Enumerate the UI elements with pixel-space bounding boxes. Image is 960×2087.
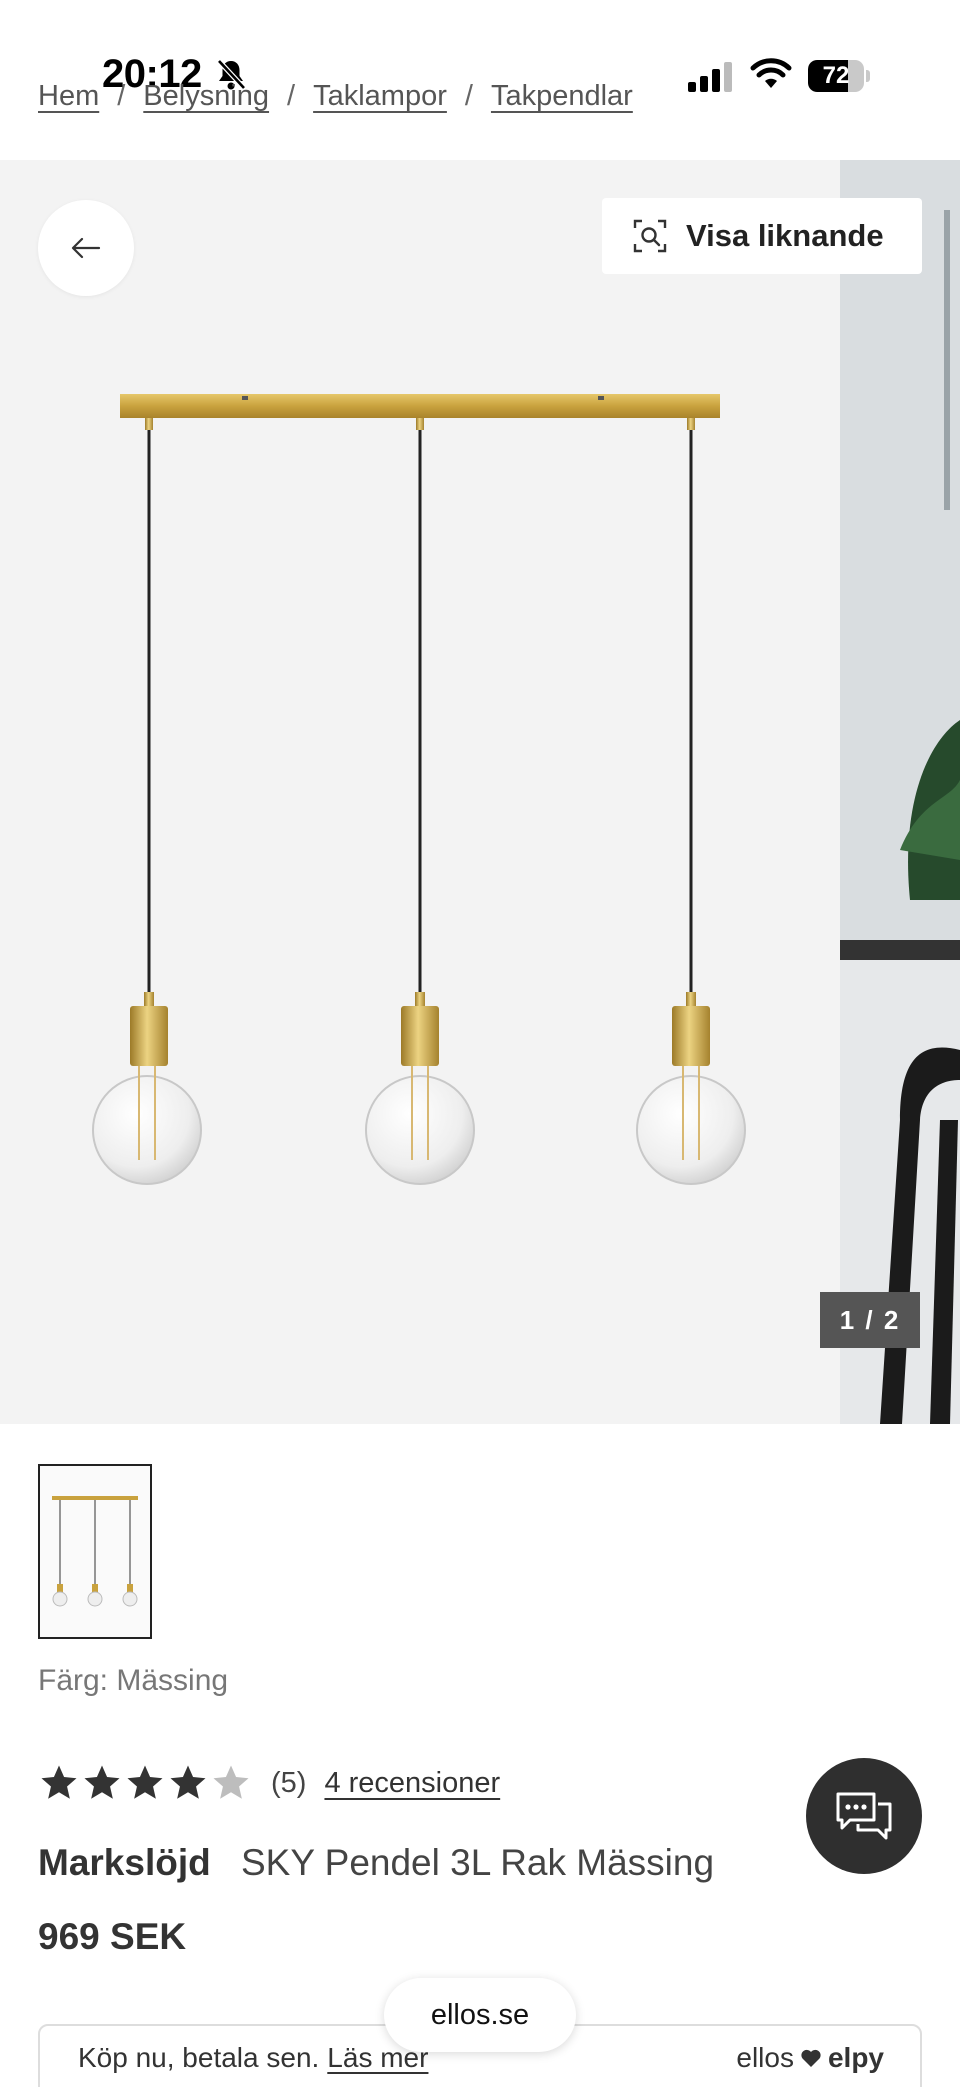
chat-icon: [836, 1792, 892, 1840]
back-button[interactable]: [38, 200, 134, 296]
ellos-logo-text: ellos: [736, 2042, 794, 2073]
product-title: Markslöjd SKY Pendel 3L Rak Mässing: [38, 1842, 714, 1884]
battery-level: 72: [822, 62, 850, 89]
visa-liknande-label: Visa liknande: [686, 218, 884, 253]
product-image[interactable]: [0, 160, 840, 1424]
elpy-logo-text: elpy: [827, 2042, 884, 2073]
rating-stars: [38, 1762, 253, 1804]
breadcrumb: Hem / Belysning / Taklampor / Takpendlar: [38, 80, 633, 113]
breadcrumb-item-taklampor[interactable]: Taklampor: [313, 80, 447, 113]
image-counter: 1 / 2: [820, 1292, 920, 1348]
browser-url-pill[interactable]: ellos.se: [384, 1978, 576, 2052]
product-name: SKY Pendel 3L Rak Mässing: [241, 1842, 715, 1883]
star-icon: [41, 1765, 77, 1799]
breadcrumb-item-takpendlar[interactable]: Takpendlar: [491, 80, 633, 113]
payment-text: Köp nu, betala sen. Läs mer: [78, 2042, 428, 2074]
star-icon: [170, 1765, 206, 1799]
pendant-lamp-image: [92, 394, 746, 1185]
payment-brand-logo: ellos elpy: [736, 2042, 884, 2074]
color-label: Färg: Mässing: [38, 1664, 229, 1697]
next-image-preview[interactable]: [840, 160, 960, 1424]
back-arrow-icon: [71, 237, 101, 259]
rating[interactable]: (5) 4 recensioner: [38, 1762, 500, 1804]
heart-icon: [801, 2049, 821, 2067]
reviews-link[interactable]: 4 recensioner: [324, 1767, 500, 1800]
breadcrumb-separator: /: [117, 80, 126, 112]
visual-search-icon: [633, 219, 667, 253]
product-gallery[interactable]: Visa liknande 1 / 2: [0, 160, 960, 1424]
status-bar: 20:12 72: [0, 0, 960, 150]
battery-indicator: 72: [808, 60, 870, 92]
breadcrumb-separator: /: [287, 80, 296, 112]
chat-button[interactable]: [806, 1758, 922, 1874]
visa-liknande-button[interactable]: Visa liknande: [602, 198, 922, 274]
thumbnail-image[interactable]: [38, 1464, 152, 1639]
rating-count: (5): [271, 1766, 307, 1799]
star-icon: [213, 1765, 249, 1799]
wifi-icon: [750, 58, 792, 88]
star-icon: [127, 1765, 163, 1799]
product-price: 969 SEK: [38, 1916, 187, 1957]
signal-icon: [688, 62, 732, 92]
payment-text-label: Köp nu, betala sen.: [78, 2042, 320, 2073]
star-icon: [84, 1765, 120, 1799]
breadcrumb-item-belysning[interactable]: Belysning: [143, 80, 269, 113]
product-brand[interactable]: Markslöjd: [38, 1842, 211, 1883]
breadcrumb-item-hem[interactable]: Hem: [38, 80, 99, 113]
breadcrumb-separator: /: [464, 80, 473, 112]
